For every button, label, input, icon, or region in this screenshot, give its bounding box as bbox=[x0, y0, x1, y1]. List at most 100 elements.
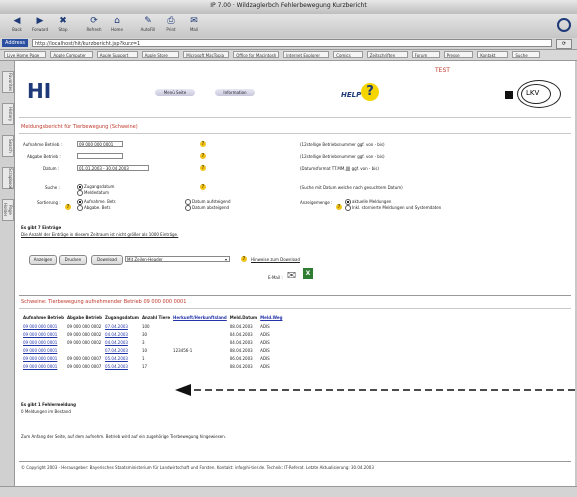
favorite-link[interactable]: Apple Store bbox=[141, 51, 180, 58]
pointer-arrow bbox=[175, 384, 575, 396]
sidebar-tab[interactable]: Favorites bbox=[2, 71, 14, 93]
info-text[interactable]: Die Anzahl der Einträge in diesem Zeitra… bbox=[21, 232, 178, 237]
sidebar-tab[interactable]: Scrapbook bbox=[2, 167, 14, 189]
form-input[interactable]: 09 000 000 0001 bbox=[77, 141, 123, 147]
drucken-button[interactable]: Drucken bbox=[59, 255, 87, 265]
table-cell[interactable]: 07.04.2003 bbox=[105, 346, 142, 354]
table-cell: 3 bbox=[141, 339, 145, 345]
table-cell[interactable]: 09 000 000 0001 bbox=[23, 338, 67, 346]
favorite-link[interactable]: Kontakt bbox=[477, 51, 509, 58]
help-icon[interactable]: ? bbox=[65, 204, 71, 210]
anzeige-option-storniert[interactable]: Inkl. stornierte Meldungen und Systemdat… bbox=[345, 205, 441, 211]
table-cell[interactable]: 04.04.2003 bbox=[105, 330, 142, 338]
help-icon[interactable]: ? bbox=[336, 204, 342, 210]
favorite-link[interactable]: Comics bbox=[333, 51, 363, 58]
table-cell: 08.04.2003 bbox=[229, 347, 253, 353]
help-icon[interactable]: ? bbox=[241, 256, 247, 262]
info-heading-text: Es gibt 7 Einträge bbox=[21, 225, 62, 230]
lkv-logo-text: LKV bbox=[526, 89, 540, 97]
divider-footer bbox=[19, 461, 571, 462]
menu-page-link[interactable]: Menü Seite bbox=[155, 89, 195, 96]
form-input[interactable] bbox=[77, 153, 123, 159]
go-icon[interactable]: ⟳ bbox=[556, 39, 572, 49]
favorite-link[interactable]: Apple Support bbox=[96, 51, 138, 58]
hi-logo[interactable]: HI bbox=[27, 79, 51, 103]
table-cell[interactable]: 04.04.2003 bbox=[105, 338, 142, 346]
favorite-link[interactable]: Live Home Page bbox=[4, 51, 47, 58]
help-icon[interactable]: ? bbox=[200, 184, 206, 190]
table-cell[interactable]: 09 000 000 0001 bbox=[23, 322, 67, 330]
mail-icon: ✉ bbox=[190, 16, 198, 26]
table-cell: 08.04.2003 bbox=[229, 363, 253, 369]
radio-icon bbox=[185, 205, 191, 211]
sort-option-datum-ab[interactable]: Datum absteigend bbox=[185, 205, 229, 211]
window-title: IP 7.00 · Wildzaglerbch Fehlerbewegung K… bbox=[210, 2, 367, 9]
favorite-link[interactable]: Apple Computer bbox=[50, 51, 93, 58]
table-header-cell: Aufnahme Betrieb bbox=[23, 315, 64, 320]
table-cell: 08.04.2003 bbox=[229, 323, 253, 329]
radio-icon bbox=[77, 205, 83, 211]
sort-option-abgabe[interactable]: Abgabe. Betr. bbox=[77, 205, 111, 211]
helpdesk-logo[interactable]: HELP ? bbox=[341, 83, 385, 103]
table-cell: ADIS bbox=[260, 323, 270, 329]
table-cell[interactable]: 09 000 000 0001 bbox=[23, 346, 67, 354]
radio-icon bbox=[345, 205, 351, 211]
footnote-heading: Es gibt 1 Fehlermeldung bbox=[21, 402, 76, 407]
table-cell: ADIS bbox=[260, 339, 270, 345]
table-cell[interactable]: 05.04.2003 bbox=[105, 354, 142, 362]
envelope-icon[interactable]: ✉ bbox=[287, 269, 296, 282]
favorite-link[interactable]: Suche bbox=[512, 51, 541, 58]
help-icon[interactable]: ? bbox=[200, 141, 206, 147]
information-link[interactable]: Information bbox=[215, 89, 255, 96]
table-header-cell[interactable]: Herkunft/Herkunftsland bbox=[173, 313, 230, 322]
browser-logo-icon bbox=[557, 18, 571, 32]
table-header-cell[interactable]: Meld.Weg bbox=[260, 313, 285, 322]
table-header-cell: Anzahl Tiere bbox=[141, 315, 171, 320]
favorite-link[interactable]: Office for Macintosh bbox=[233, 51, 280, 58]
home-button[interactable]: ⌂ Home bbox=[104, 16, 130, 36]
table-cell[interactable]: 09 000 000 0001 bbox=[23, 354, 67, 362]
download-button[interactable]: Download bbox=[91, 255, 123, 265]
divider-results bbox=[19, 295, 571, 296]
divider-section bbox=[19, 133, 571, 134]
download-hints-link[interactable]: Hinweise zum Download bbox=[251, 257, 300, 262]
anzeigen-button[interactable]: Anzeigen bbox=[29, 255, 57, 265]
url-input[interactable]: http://localhost/hit/kurzbericht.jsp?kur… bbox=[32, 39, 552, 47]
table-cell bbox=[173, 322, 230, 330]
result-title: Schweine: Tierbewegung aufnehmender Betr… bbox=[21, 299, 187, 305]
sidebar-tab[interactable]: History bbox=[2, 103, 14, 125]
sidebar-tab[interactable]: Search bbox=[2, 135, 14, 157]
sidebar-tab[interactable]: Page Holder bbox=[2, 199, 14, 221]
favorite-link[interactable]: Zeitschriften bbox=[366, 51, 408, 58]
table-cell: ADIS bbox=[260, 347, 270, 353]
table-cell[interactable]: 09 000 000 0001 bbox=[23, 362, 67, 370]
table-cell: ADIS bbox=[260, 331, 270, 337]
mail-button[interactable]: ✉ Mail bbox=[181, 16, 207, 36]
anzeige-label: Anzeigemenge : bbox=[300, 200, 333, 205]
footnote-text: 0 Meldungen im Bestand bbox=[21, 409, 71, 414]
table-cell bbox=[173, 362, 230, 370]
table-cell: 09 000 000 0007 bbox=[66, 355, 102, 361]
help-icon[interactable]: ? bbox=[200, 165, 206, 171]
format-select[interactable]: Mit Zeilen-Header ▾ bbox=[125, 256, 230, 262]
favorite-link[interactable]: Microsoft MacTopia bbox=[183, 51, 230, 58]
sort-option-aufnahme-label: Aufnahme. Betr. bbox=[84, 199, 117, 204]
form-input[interactable]: 01.01.2003 - 30.04.2003 bbox=[77, 165, 149, 171]
table-cell: 1 bbox=[141, 355, 145, 361]
helpdesk-question-icon: ? bbox=[361, 83, 379, 101]
favorite-link[interactable]: Internet Explorer bbox=[283, 51, 330, 58]
suche-option-melde[interactable]: Meldedatum bbox=[77, 190, 109, 196]
table-cell[interactable]: 05.04.2003 bbox=[105, 362, 142, 370]
excel-icon[interactable]: X bbox=[303, 268, 313, 279]
favorite-link[interactable]: Presse bbox=[443, 51, 474, 58]
stop-button[interactable]: ✖ Stop bbox=[50, 16, 76, 36]
table-cell[interactable]: 09 000 000 0001 bbox=[23, 330, 67, 338]
radio-icon bbox=[77, 190, 83, 196]
favorite-link[interactable]: Forum bbox=[411, 51, 440, 58]
table-cell: 09 000 000 0002 bbox=[66, 323, 102, 329]
help-icon[interactable]: ? bbox=[200, 153, 206, 159]
table-cell[interactable]: 07.04.2003 bbox=[105, 322, 142, 330]
table-cell: 09 000 000 0002 bbox=[66, 339, 102, 345]
suche-option-zugang-label: Zugangsdatum bbox=[84, 184, 115, 189]
email-label: E-Mail : bbox=[268, 275, 283, 280]
